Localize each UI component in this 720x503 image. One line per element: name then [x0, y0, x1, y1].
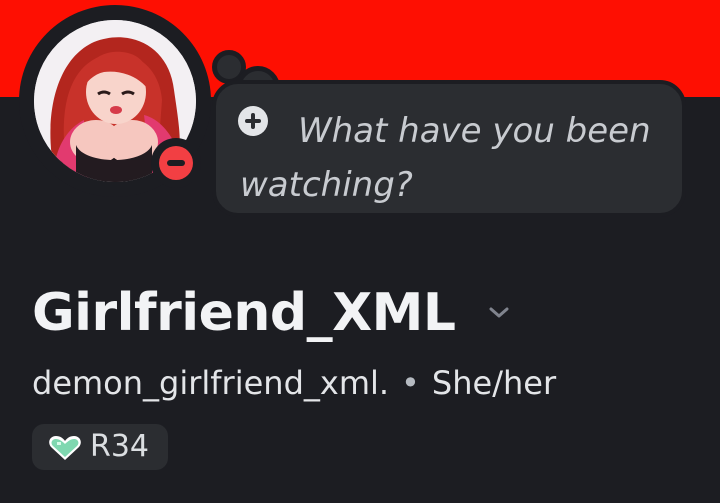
- username-pronouns-line: demon_girlfriend_xml. • She/her: [32, 361, 556, 405]
- role-badge[interactable]: R34: [32, 424, 168, 470]
- username[interactable]: demon_girlfriend_xml.: [32, 364, 389, 402]
- do-not-disturb-icon: [159, 146, 193, 180]
- role-label: R34: [90, 429, 150, 464]
- heart-icon: [49, 436, 81, 460]
- separator-dot: •: [401, 364, 420, 402]
- dnd-bar: [167, 160, 185, 166]
- chevron-down-icon[interactable]: [486, 302, 512, 322]
- custom-status-prompt[interactable]: What have you been watching?: [240, 104, 680, 212]
- pronouns: She/her: [431, 364, 557, 402]
- display-name: Girlfriend_XML: [32, 283, 456, 343]
